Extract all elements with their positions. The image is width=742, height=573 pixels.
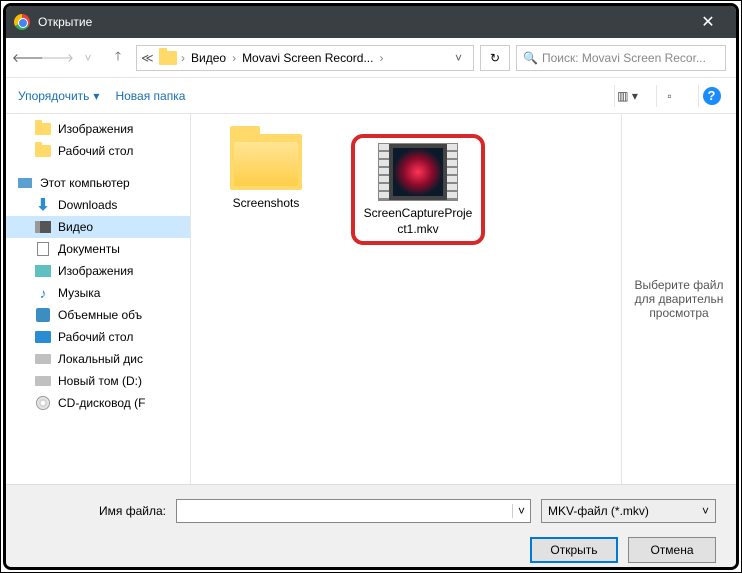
disk-icon <box>34 351 52 367</box>
back-button[interactable]: 🡐 <box>16 46 40 70</box>
search-input[interactable]: 🔍 Поиск: Movavi Screen Recor... <box>516 45 726 71</box>
tree-item-1[interactable]: Рабочий стол <box>6 140 190 162</box>
folder-icon <box>34 143 52 159</box>
chrome-icon <box>14 14 30 30</box>
breadcrumb-bar[interactable]: ≪ › Видео › Movavi Screen Record... › ˅ <box>136 45 474 71</box>
file-label: ScreenCaptureProject1.mkv <box>363 206 473 237</box>
folder-icon <box>159 51 177 65</box>
tree-item-label: Видео <box>58 220 93 234</box>
navigation-tree[interactable]: Изображения Рабочий стол Этот компьютер ⬇ Do… <box>6 114 191 484</box>
footer: Имя файла: ˅ MKV-файл (*.mkv) ˅ Открыть … <box>6 484 736 570</box>
tree-item-5[interactable]: Документы <box>6 238 190 260</box>
tree-item-label: Этот компьютер <box>40 176 130 190</box>
chevron-down-icon: ▾ <box>93 89 99 103</box>
video-icon <box>34 219 52 235</box>
chevron-down-icon: ˅ <box>702 504 709 518</box>
music-icon: ♪ <box>34 285 52 301</box>
highlighted-file: ScreenCaptureProject1.mkv <box>351 134 485 245</box>
titlebar: Открытие ✕ <box>6 6 736 38</box>
tree-item-11[interactable]: Новый том (D:) <box>6 370 190 392</box>
toolbar: Упорядочить ▾ Новая папка ▥ ▾ ▫ ? <box>6 78 736 114</box>
file-video-screencapture[interactable]: ScreenCaptureProject1.mkv <box>363 144 473 237</box>
img-icon <box>34 263 52 279</box>
help-button[interactable]: ? <box>698 85 724 107</box>
tree-item-label: CD-дисковод (F <box>58 396 145 410</box>
tree-item-7[interactable]: ♪ Музыка <box>6 282 190 304</box>
folder-icon <box>34 121 52 137</box>
cd-icon <box>34 395 52 411</box>
tree-item-12[interactable]: CD-дисковод (F <box>6 392 190 414</box>
window-title: Открытие <box>38 15 688 29</box>
preview-pane-button[interactable]: ▫ <box>656 85 682 107</box>
crumb-dropdown-icon[interactable]: ˅ <box>455 51 469 65</box>
tree-item-8[interactable]: Объемные объ <box>6 304 190 326</box>
tree-item-2[interactable]: Этот компьютер <box>6 172 190 194</box>
pc-icon <box>16 175 34 191</box>
help-icon: ? <box>703 87 721 105</box>
video-icon <box>379 144 457 200</box>
crumb-separator: › <box>181 51 185 65</box>
recent-dropdown[interactable]: ˅ <box>76 46 100 70</box>
up-button[interactable]: 🡑 <box>106 46 130 70</box>
tree-item-label: Объемные объ <box>58 308 142 322</box>
desktop-icon <box>34 329 52 345</box>
open-button[interactable]: Открыть <box>530 537 618 563</box>
filter-label: MKV-файл (*.mkv) <box>548 504 702 518</box>
close-button[interactable]: ✕ <box>688 12 728 32</box>
filetype-filter[interactable]: MKV-файл (*.mkv) ˅ <box>541 499 716 523</box>
tree-item-label: Новый том (D:) <box>58 374 142 388</box>
refresh-button[interactable]: ↻ <box>480 45 510 71</box>
tree-item-label: Рабочий стол <box>58 144 133 158</box>
tree-item-label: Музыка <box>58 286 100 300</box>
tree-item-label: Документы <box>58 242 120 256</box>
filename-label: Имя файла: <box>26 504 166 518</box>
tree-item-6[interactable]: Изображения <box>6 260 190 282</box>
file-folder-screenshots[interactable]: Screenshots <box>211 134 321 212</box>
doc-icon <box>34 241 52 257</box>
folder-icon <box>230 134 302 190</box>
dl-icon: ⬇ <box>34 197 52 213</box>
filename-combobox[interactable]: ˅ <box>176 499 531 523</box>
crumb-separator: › <box>232 51 236 65</box>
cancel-button[interactable]: Отмена <box>628 537 716 563</box>
preview-pane: Выберите файл для дварительн просмотра <box>621 114 736 484</box>
view-options-button[interactable]: ▥ ▾ <box>614 85 640 107</box>
file-list[interactable]: Screenshots ScreenCaptureProject1.mkv <box>191 114 621 484</box>
filename-input[interactable] <box>177 500 512 522</box>
tree-item-label: Downloads <box>58 198 117 212</box>
crumb-videos[interactable]: Видео <box>189 51 228 65</box>
tree-item-label: Локальный дис <box>58 352 143 366</box>
crumb-current[interactable]: Movavi Screen Record... <box>240 51 375 65</box>
tree-item-4[interactable]: Видео <box>6 216 190 238</box>
navbar: 🡐 🡒 ˅ 🡑 ≪ › Видео › Movavi Screen Record… <box>6 38 736 78</box>
search-icon: 🔍 <box>523 51 538 65</box>
tree-item-9[interactable]: Рабочий стол <box>6 326 190 348</box>
forward-button[interactable]: 🡒 <box>46 46 70 70</box>
preview-text: Выберите файл для дварительн просмотра <box>628 278 730 320</box>
3d-icon <box>34 307 52 323</box>
tree-item-label: Изображения <box>58 264 133 278</box>
disk-icon <box>34 373 52 389</box>
tree-item-3[interactable]: ⬇ Downloads <box>6 194 190 216</box>
new-folder-button[interactable]: Новая папка <box>115 89 185 103</box>
tree-item-0[interactable]: Изображения <box>6 118 190 140</box>
crumb-separator: › <box>379 51 383 65</box>
tree-item-label: Изображения <box>58 122 133 136</box>
tree-item-10[interactable]: Локальный дис <box>6 348 190 370</box>
crumb-history-icon[interactable]: ≪ <box>141 51 155 65</box>
tree-item-label: Рабочий стол <box>58 330 133 344</box>
search-placeholder: Поиск: Movavi Screen Recor... <box>542 51 706 65</box>
organize-button[interactable]: Упорядочить ▾ <box>18 89 99 103</box>
filename-dropdown-icon[interactable]: ˅ <box>512 504 530 518</box>
file-label: Screenshots <box>211 196 321 212</box>
